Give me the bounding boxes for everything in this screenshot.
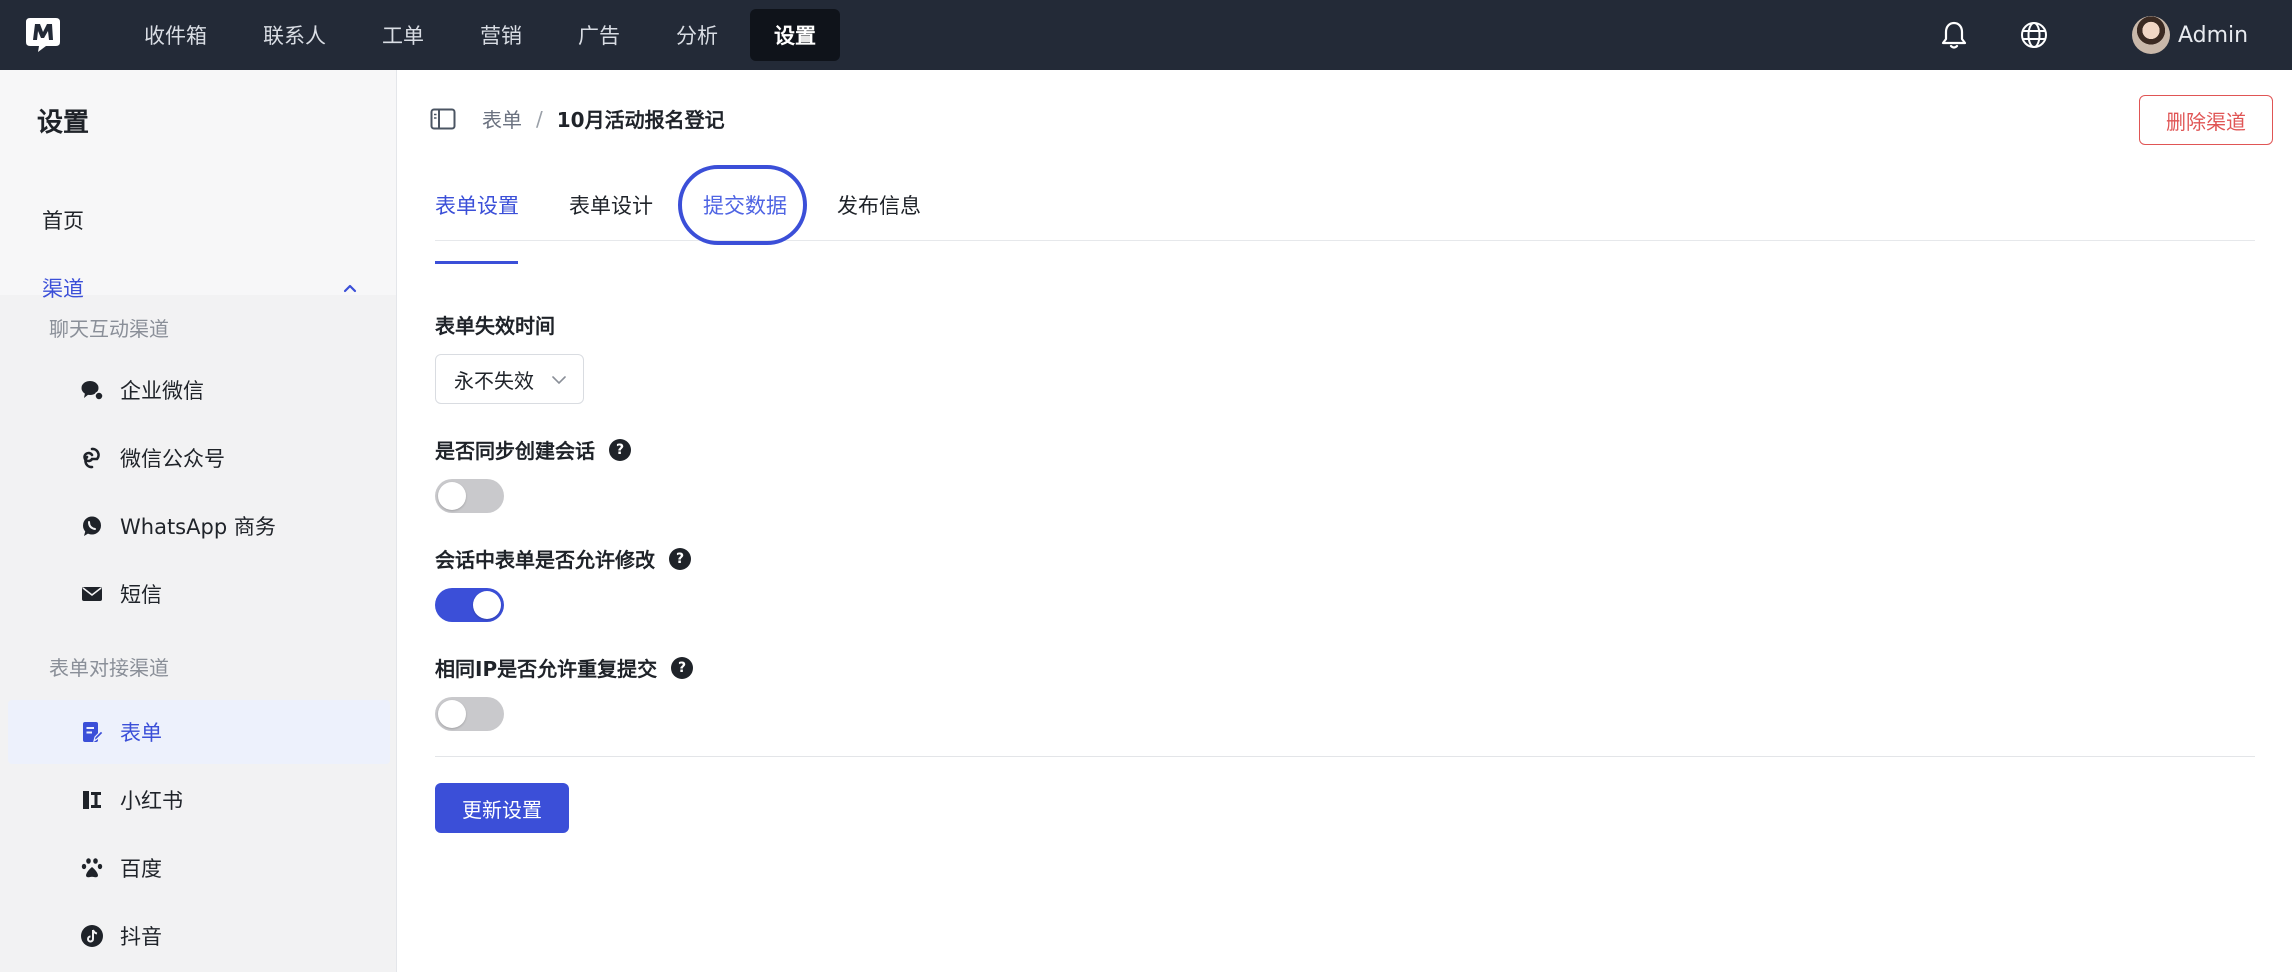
same-ip-toggle[interactable] — [435, 697, 504, 731]
mail-icon — [80, 582, 104, 606]
nav-analytics[interactable]: 分析 — [652, 9, 742, 61]
nav-settings[interactable]: 设置 — [750, 9, 840, 61]
tab-label: 发布信息 — [837, 194, 921, 218]
nav-marketing[interactable]: 营销 — [456, 9, 546, 61]
wechat-official-icon — [80, 446, 104, 470]
sidebar-item-label: 渠道 — [42, 277, 84, 301]
sidebar-item-douyin[interactable]: 抖音 — [0, 904, 396, 968]
sidebar-item-baidu[interactable]: 百度 — [0, 836, 396, 900]
sidebar-item-channel[interactable]: 渠道 — [0, 256, 396, 320]
sidebar-group-form: 表单对接渠道 — [49, 656, 169, 680]
tab-bar: 表单设置 表单设计 提交数据 发布信息 — [435, 168, 2255, 264]
nav-ads[interactable]: 广告 — [554, 9, 644, 61]
toggle-knob — [473, 591, 501, 619]
field-label-text: 是否同步创建会话 — [435, 439, 595, 463]
field-label-text: 表单失效时间 — [435, 314, 555, 338]
breadcrumb-parent[interactable]: 表单 — [482, 104, 522, 133]
expire-label: 表单失效时间 — [435, 310, 555, 339]
help-icon[interactable]: ? — [669, 547, 691, 570]
sidebar-toggle-icon[interactable] — [430, 108, 456, 130]
main-nav: 收件箱 联系人 工单 营销 广告 分析 设置 — [120, 9, 848, 61]
sidebar-item-sms[interactable]: 短信 — [0, 562, 396, 626]
nav-inbox[interactable]: 收件箱 — [120, 9, 231, 61]
sidebar-item-label: 微信公众号 — [120, 447, 225, 471]
expire-select[interactable]: 永不失效 — [435, 354, 584, 404]
sidebar-item-wecom[interactable]: 企业微信 — [0, 358, 396, 422]
update-settings-button[interactable]: 更新设置 — [435, 783, 569, 833]
nav-contacts[interactable]: 联系人 — [239, 9, 350, 61]
sidebar-item-home[interactable]: 首页 — [0, 188, 396, 252]
sidebar-item-whatsapp[interactable]: WhatsApp 商务 — [0, 494, 396, 558]
form-icon — [80, 720, 104, 744]
tab-form-design[interactable]: 表单设计 — [569, 190, 653, 220]
same-ip-label: 相同IP是否允许重复提交 ? — [435, 653, 694, 682]
toggle-knob — [438, 700, 466, 728]
sidebar-item-label: 百度 — [120, 857, 162, 881]
avatar — [2132, 16, 2170, 54]
sidebar-group-chat: 聊天互动渠道 — [49, 317, 169, 341]
field-label-text: 会话中表单是否允许修改 — [435, 548, 655, 572]
settings-sidebar: 设置 首页 渠道 聊天互动渠道 企业微信 微信公众号 WhatsApp 商务 短… — [0, 70, 397, 972]
bell-icon[interactable] — [1937, 18, 1971, 52]
user-name: Admin — [2178, 22, 2249, 48]
sidebar-item-xiaohongshu[interactable]: 小红书 — [0, 768, 396, 832]
active-tab-indicator — [435, 261, 518, 264]
breadcrumb-separator: / — [536, 106, 543, 131]
top-navbar: 收件箱 联系人 工单 营销 广告 分析 设置 Admin — [0, 0, 2292, 70]
nav-tickets[interactable]: 工单 — [358, 9, 448, 61]
chevron-down-icon — [552, 376, 566, 385]
sidebar-item-wechat-official[interactable]: 微信公众号 — [0, 426, 396, 490]
sidebar-item-form[interactable]: 表单 — [8, 700, 390, 764]
toggle-knob — [438, 482, 466, 510]
help-icon[interactable]: ? — [609, 438, 631, 461]
tab-publish-info[interactable]: 发布信息 — [837, 190, 921, 220]
tab-form-settings[interactable]: 表单设置 — [435, 190, 519, 264]
sidebar-item-label: 首页 — [42, 209, 84, 233]
divider — [435, 756, 2255, 757]
tab-label: 表单设计 — [569, 194, 653, 218]
help-icon[interactable]: ? — [671, 656, 694, 679]
tab-label: 提交数据 — [703, 194, 787, 218]
allow-edit-toggle[interactable] — [435, 588, 504, 622]
baidu-icon — [80, 856, 104, 880]
logo-icon[interactable] — [24, 14, 62, 54]
sync-session-label: 是否同步创建会话 ? — [435, 435, 631, 464]
tab-submitted-data[interactable]: 提交数据 — [703, 190, 787, 220]
user-menu[interactable]: Admin — [2132, 16, 2248, 54]
douyin-icon — [80, 924, 104, 948]
field-label-text: 相同IP是否允许重复提交 — [435, 657, 658, 681]
sync-session-toggle[interactable] — [435, 479, 504, 513]
sidebar-title: 设置 — [37, 108, 90, 138]
sidebar-item-label: 抖音 — [120, 925, 162, 949]
sidebar-item-label: 企业微信 — [120, 379, 204, 403]
xiaohongshu-icon — [80, 788, 104, 812]
delete-channel-button[interactable]: 删除渠道 — [2139, 95, 2273, 145]
globe-icon[interactable] — [2017, 18, 2051, 52]
breadcrumb: 表单 / 10月活动报名登记 — [430, 104, 725, 133]
wecom-icon — [80, 378, 104, 402]
allow-edit-label: 会话中表单是否允许修改 ? — [435, 544, 691, 573]
chevron-up-icon — [343, 284, 357, 293]
sidebar-item-label: 小红书 — [120, 789, 183, 813]
sidebar-item-label: 短信 — [120, 583, 162, 607]
whatsapp-icon — [80, 514, 104, 538]
tab-label: 表单设置 — [435, 194, 519, 218]
sidebar-item-label: WhatsApp 商务 — [120, 515, 276, 539]
select-value: 永不失效 — [454, 368, 534, 393]
sidebar-item-label: 表单 — [120, 721, 162, 745]
page-title: 10月活动报名登记 — [556, 108, 725, 132]
